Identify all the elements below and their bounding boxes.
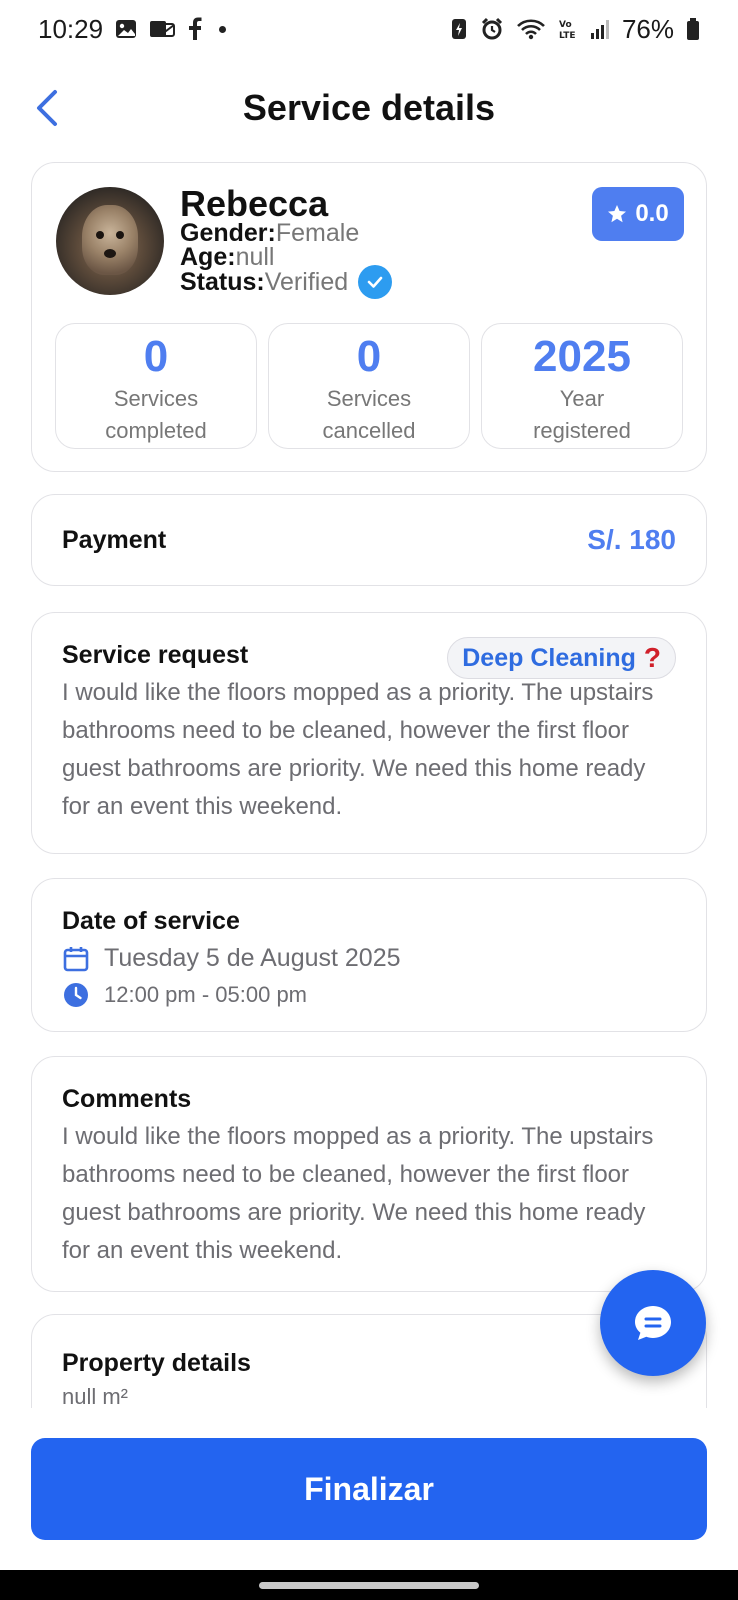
battery-saver-icon bbox=[450, 17, 468, 41]
back-button[interactable] bbox=[24, 84, 72, 132]
stat-year-registered: 2025 Year registered bbox=[481, 323, 683, 449]
star-icon bbox=[608, 205, 627, 223]
battery-icon bbox=[686, 17, 700, 41]
service-date-row: Tuesday 5 de August 2025 bbox=[62, 944, 676, 973]
status-time: 10:29 bbox=[38, 13, 104, 44]
mail-notification-icon bbox=[149, 18, 176, 40]
details-scroll-area[interactable]: Rebecca Gender: Female Age: null Status:… bbox=[0, 150, 738, 1408]
comments-text: I would like the floors mopped as a prio… bbox=[62, 1123, 654, 1264]
stat-caption-line2: registered bbox=[533, 418, 631, 443]
rating-badge: 0.0 bbox=[592, 187, 684, 241]
gender-value: Female bbox=[275, 219, 360, 247]
calendar-icon bbox=[63, 946, 89, 971]
system-navigation-bar bbox=[0, 1570, 738, 1600]
page-title: Service details bbox=[242, 87, 496, 128]
status-label: Status: bbox=[180, 267, 265, 296]
stat-caption-line2: completed bbox=[105, 418, 207, 443]
date-of-service-title: Date of service bbox=[62, 907, 240, 935]
finalize-button[interactable]: Finalizar bbox=[31, 1438, 707, 1540]
status-value: Verified bbox=[264, 267, 349, 296]
service-request-card: Service request Deep Cleaning ? I would … bbox=[31, 612, 707, 854]
service-time-range: 12:00 pm - 05:00 pm bbox=[104, 982, 308, 1007]
service-date: Tuesday 5 de August 2025 bbox=[104, 944, 401, 972]
comments-title: Comments bbox=[62, 1085, 192, 1113]
service-type-label: Deep Cleaning bbox=[462, 643, 636, 672]
stat-value: 0 bbox=[143, 332, 169, 381]
volte-icon: Vo LTE bbox=[558, 18, 578, 40]
facebook-notification-icon bbox=[187, 17, 203, 41]
property-details-title: Property details bbox=[62, 1349, 251, 1377]
help-question-icon: ? bbox=[643, 642, 661, 673]
service-time-row: 12:00 pm - 05:00 pm bbox=[62, 981, 676, 1009]
app-header: Service details bbox=[0, 68, 738, 148]
home-gesture-handle[interactable] bbox=[259, 1581, 479, 1589]
stat-caption-line1: Services bbox=[326, 386, 412, 411]
svg-text:LTE: LTE bbox=[559, 31, 576, 40]
more-notifications-icon bbox=[219, 25, 227, 33]
stat-value: 2025 bbox=[533, 332, 631, 381]
chat-bubble-icon bbox=[635, 1306, 671, 1340]
comments-card: Comments I would like the floors mopped … bbox=[31, 1056, 707, 1292]
client-status: Status: Verified bbox=[180, 265, 393, 299]
client-avatar[interactable] bbox=[56, 187, 164, 295]
date-of-service-card: Date of service Tuesday 5 de August 2025… bbox=[31, 878, 707, 1032]
stat-caption-line2: cancelled bbox=[322, 418, 416, 443]
status-bar: 10:29 Vo LTE 76% bbox=[0, 0, 738, 58]
back-arrow-icon bbox=[37, 90, 57, 126]
verified-check-icon bbox=[358, 265, 393, 299]
clock-icon bbox=[64, 983, 88, 1007]
service-request-description: I would like the floors mopped as a prio… bbox=[62, 679, 654, 820]
battery-percent: 76% bbox=[621, 13, 674, 44]
client-profile-card: Rebecca Gender: Female Age: null Status:… bbox=[31, 162, 707, 472]
signal-icon bbox=[590, 18, 610, 40]
gallery-notification-icon bbox=[115, 18, 137, 40]
wifi-icon bbox=[516, 18, 546, 40]
payment-amount: S/. 180 bbox=[587, 524, 676, 555]
stat-caption-line1: Year bbox=[559, 386, 605, 411]
chat-fab-button[interactable] bbox=[600, 1270, 706, 1376]
payment-card: Payment S/. 180 bbox=[31, 494, 707, 586]
alarm-icon bbox=[480, 17, 504, 41]
rating-value: 0.0 bbox=[635, 200, 669, 227]
stat-caption-line1: Services bbox=[113, 386, 199, 411]
svg-text:Vo: Vo bbox=[559, 20, 572, 30]
stat-value: 0 bbox=[356, 332, 382, 381]
stat-services-completed: 0 Services completed bbox=[55, 323, 257, 449]
service-type-chip[interactable]: Deep Cleaning ? bbox=[447, 637, 676, 679]
stat-services-cancelled: 0 Services cancelled bbox=[268, 323, 470, 449]
property-area: null m² bbox=[62, 1384, 129, 1408]
payment-label: Payment bbox=[62, 525, 167, 554]
